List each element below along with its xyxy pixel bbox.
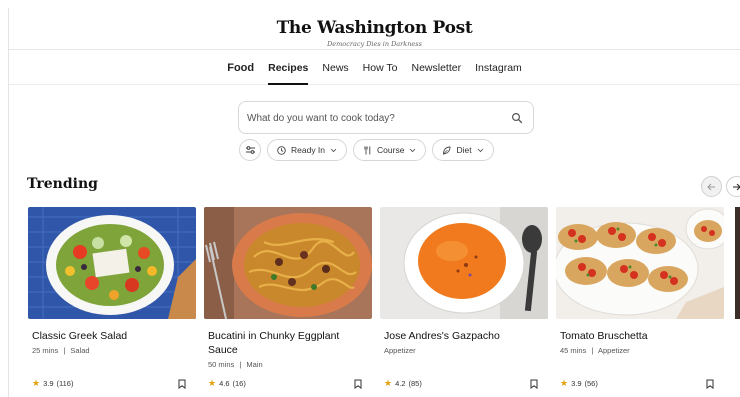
- nav-item-instagram[interactable]: Instagram: [468, 51, 529, 85]
- trending-heading: Trending: [27, 176, 98, 192]
- masthead: The Washington Post Democracy Dies in Da…: [9, 8, 740, 50]
- filter-ready-in-label: Ready In: [291, 145, 326, 155]
- recipe-search-input[interactable]: [247, 110, 503, 126]
- filter-toggle-button[interactable]: [239, 139, 261, 161]
- utensils-icon: [364, 146, 371, 154]
- nav-item-food[interactable]: Food: [220, 51, 261, 85]
- filter-course-label: Course: [377, 145, 405, 155]
- star-icon: ★: [32, 378, 41, 388]
- card-footer: ★ 4.6 (16): [204, 378, 372, 392]
- arrow-left-icon: [707, 183, 715, 190]
- recipe-image-greek-salad[interactable]: [28, 207, 196, 319]
- recipe-rating: ★ 4.2 (85): [384, 378, 422, 389]
- bookmark-icon[interactable]: [706, 379, 714, 389]
- meta-separator: |: [63, 346, 66, 355]
- sliders-icon: [245, 146, 255, 154]
- carousel-next-button[interactable]: [726, 176, 740, 197]
- recipe-time: 45 mins: [560, 346, 587, 355]
- recipe-card-partial[interactable]: [735, 207, 740, 319]
- rating-count: (56): [584, 379, 598, 388]
- chevron-down-icon: [330, 148, 337, 152]
- rating-count: (85): [408, 379, 422, 388]
- recipe-meta: Appetizer: [384, 346, 416, 355]
- rating-count: (116): [56, 379, 74, 388]
- bookmark-icon[interactable]: [530, 379, 538, 389]
- recipe-time: 25 mins: [32, 346, 59, 355]
- carousel-prev-button[interactable]: [701, 176, 722, 197]
- clock-icon: [277, 145, 286, 155]
- nav-item-news[interactable]: News: [315, 51, 355, 85]
- site-logo[interactable]: The Washington Post: [9, 18, 740, 38]
- recipe-time: 50 mins: [208, 360, 235, 369]
- bookmark-icon[interactable]: [354, 379, 362, 389]
- recipe-meta: 25 mins | Salad: [32, 346, 90, 355]
- recipe-title[interactable]: Bucatini in Chunky Eggplant Sauce: [208, 329, 370, 357]
- nav-item-recipes[interactable]: Recipes: [261, 51, 315, 85]
- recipe-title[interactable]: Tomato Bruschetta: [560, 329, 722, 343]
- section-nav: Food Recipes News How To Newsletter Inst…: [9, 51, 740, 85]
- card-footer: ★ 4.2 (85): [380, 378, 548, 392]
- recipe-title[interactable]: Classic Greek Salad: [32, 329, 194, 343]
- recipe-meta: 50 mins | Main: [208, 360, 263, 369]
- filter-course[interactable]: Course: [353, 139, 427, 161]
- recipe-category: Salad: [70, 346, 90, 355]
- search-icon[interactable]: [511, 112, 523, 124]
- recipe-image-gazpacho[interactable]: [380, 207, 548, 319]
- page: The Washington Post Democracy Dies in Da…: [0, 0, 740, 397]
- recipe-image-bruschetta[interactable]: [556, 207, 724, 319]
- card-footer: ★ 3.9 (116): [28, 378, 196, 392]
- recipe-rating: ★ 3.9 (56): [560, 378, 598, 389]
- site-tagline: Democracy Dies in Darkness: [327, 40, 422, 48]
- recipe-card[interactable]: Bucatini in Chunky Eggplant Sauce 50 min…: [204, 207, 372, 397]
- rating-value: 3.9: [43, 379, 54, 388]
- filter-ready-in[interactable]: Ready In: [267, 139, 348, 161]
- recipe-category: Appetizer: [597, 346, 630, 355]
- rating-value: 4.6: [219, 379, 230, 388]
- bookmark-icon[interactable]: [178, 379, 186, 389]
- recipe-title[interactable]: Jose Andres's Gazpacho: [384, 329, 546, 343]
- recipe-card[interactable]: Classic Greek Salad 25 mins | Salad ★ 3.…: [28, 207, 196, 397]
- star-icon: ★: [560, 378, 569, 388]
- star-icon: ★: [208, 378, 217, 388]
- card-footer: ★ 3.9 (56): [556, 378, 724, 392]
- meta-separator: |: [239, 360, 242, 369]
- recipe-search-box: [238, 101, 534, 134]
- recipe-meta: 45 mins | Appetizer: [560, 346, 630, 355]
- recipe-rating: ★ 3.9 (116): [32, 378, 73, 389]
- filter-diet[interactable]: Diet: [432, 139, 494, 161]
- chevron-down-icon: [410, 148, 416, 152]
- recipe-card[interactable]: Jose Andres's Gazpacho Appetizer ★ 4.2 (…: [380, 207, 548, 397]
- meta-separator: |: [591, 346, 594, 355]
- recipe-category: Appetizer: [384, 346, 416, 355]
- arrow-right-icon: [733, 183, 740, 190]
- recipe-category: Main: [246, 360, 263, 369]
- star-icon: ★: [384, 378, 393, 388]
- filter-diet-label: Diet: [456, 145, 472, 155]
- rating-value: 4.2: [395, 379, 406, 388]
- nav-item-how-to[interactable]: How To: [356, 51, 405, 85]
- rating-count: (16): [232, 379, 246, 388]
- recipe-image-bucatini[interactable]: [204, 207, 372, 319]
- leaf-icon: [443, 146, 451, 155]
- filter-bar: Ready In Course Diet: [239, 139, 494, 163]
- nav-item-newsletter[interactable]: Newsletter: [404, 51, 468, 85]
- chevron-down-icon: [477, 148, 483, 152]
- recipe-rating: ★ 4.6 (16): [208, 378, 246, 389]
- recipe-card[interactable]: Tomato Bruschetta 45 mins | Appetizer ★ …: [556, 207, 724, 397]
- rating-value: 3.9: [571, 379, 582, 388]
